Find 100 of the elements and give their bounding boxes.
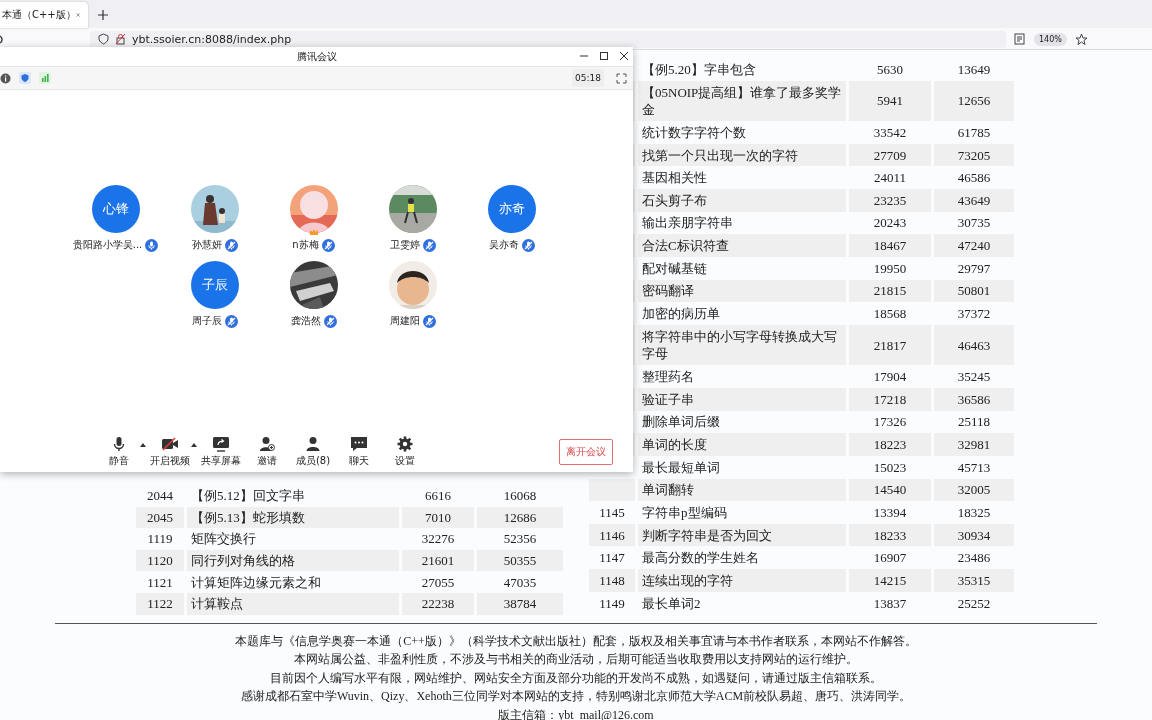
toolbar-button[interactable]: 聊天 xyxy=(336,436,382,468)
shield-icon xyxy=(98,33,109,45)
avatar: 子辰 xyxy=(190,261,239,309)
participant-name: 卫雯婷 xyxy=(389,238,420,252)
table-cell-text: 52356 xyxy=(502,530,538,548)
table-cell-text: 13394 xyxy=(872,504,908,521)
table-cell-text: 36586 xyxy=(956,390,992,408)
caret-icon[interactable] xyxy=(191,443,197,447)
problem-link[interactable]: 矩阵交换行 xyxy=(191,530,395,548)
table-cell-text: 17326 xyxy=(872,413,908,431)
problem-link[interactable]: 加密的病历单 xyxy=(642,305,842,323)
table-cell-text: 61785 xyxy=(956,123,992,141)
table-cell-text: 30934 xyxy=(956,526,992,544)
toolbar-button[interactable]: 共享屏幕 xyxy=(198,436,244,468)
table-cell-text: 29797 xyxy=(956,259,992,277)
problem-link[interactable]: 【例5.12】回文字串 xyxy=(191,487,395,505)
lock-icon xyxy=(115,33,126,45)
table-cell-text: 1148 xyxy=(598,571,626,589)
address-field[interactable]: ybt.ssoier.cn:8088/index.php xyxy=(90,30,1006,48)
table-cell-text: 1146 xyxy=(598,526,626,544)
problem-link[interactable]: 输出亲朋字符串 xyxy=(642,214,842,232)
table-cell-text: 73205 xyxy=(956,146,992,164)
leave-meeting-button[interactable]: 离开会议 xyxy=(559,439,613,465)
browser-tab[interactable]: 本通（C++版） xyxy=(0,2,88,28)
problem-link[interactable]: 计算矩阵边缘元素之和 xyxy=(191,573,395,591)
footer-text: 本网站属公益、非盈利性质，不涉及与书相关的商业活动，后期可能适当收取费用以支持网站的运行维护。 xyxy=(293,651,859,669)
table-cell-text: 18325 xyxy=(956,504,992,521)
footer-text: 目前因个人编写水平有限，网站维护、网站安全方面及部分功能的开发尚不成熟，如遇疑问，请通过版主信箱联系。 xyxy=(269,669,883,687)
new-tab-icon[interactable] xyxy=(98,10,108,20)
table-cell-text: 5630 xyxy=(876,60,904,78)
settings-icon xyxy=(396,436,414,452)
zoom-level-badge[interactable]: 140% xyxy=(1034,32,1067,46)
problem-link[interactable]: 整理药名 xyxy=(642,368,842,386)
table-cell-text: 13649 xyxy=(956,60,992,78)
table-cell-text: 16907 xyxy=(872,549,908,567)
table-cell-text: 23235 xyxy=(872,191,908,209)
meeting-timer: 05:18 xyxy=(572,69,604,87)
table-cell-text: 43649 xyxy=(956,191,992,209)
caret-icon[interactable] xyxy=(140,443,146,447)
shield-icon[interactable] xyxy=(19,72,31,84)
avatar: 心锋 xyxy=(91,185,140,233)
table-cell-text: 6616 xyxy=(424,487,452,505)
table-cell-text: 19950 xyxy=(872,259,908,277)
fullscreen-icon[interactable] xyxy=(616,72,627,84)
table-cell-text: 5941 xyxy=(876,92,904,110)
table-cell-text: 24011 xyxy=(873,169,907,187)
problem-link[interactable]: 最高分数的学生姓名 xyxy=(642,549,842,567)
table-cell-text: 47240 xyxy=(956,237,992,255)
table-cell-text: 18568 xyxy=(872,305,908,323)
table-cell-text: 20243 xyxy=(872,214,908,232)
table-cell-text: 25118 xyxy=(957,413,991,431)
person-icon xyxy=(304,436,322,452)
toolbar-button[interactable]: 开启视频 xyxy=(147,436,193,468)
add-person-icon xyxy=(258,436,276,452)
table-cell-text: 33542 xyxy=(872,123,908,141)
problem-link[interactable]: 配对碱基链 xyxy=(642,259,842,277)
footer-text: 感谢成都石室中学Wuvin、Qizy、Xehoth三位同学对本网站的支持，特别鸣谢北京师范大学ACM前校队易超、唐巧、洪涛同学。 xyxy=(239,688,913,706)
maximize-icon[interactable] xyxy=(599,51,609,61)
table-cell-text: 1120 xyxy=(146,552,174,570)
problem-link[interactable]: 【例5.20】字串包含 xyxy=(642,60,842,78)
toolbar-button[interactable]: 邀请 xyxy=(244,436,290,468)
participant-name: 龚浩然 xyxy=(290,314,321,328)
toolbar-button[interactable]: 成员(8) xyxy=(290,436,336,468)
problem-link[interactable]: 删除单词后缀 xyxy=(642,413,842,431)
problem-link[interactable]: 最长最短单词 xyxy=(642,458,842,476)
table-cell-text: 50355 xyxy=(502,552,538,570)
table-cell-text: 1145 xyxy=(598,504,626,521)
table-cell-text: 2044 xyxy=(146,487,174,505)
table-cell-text: 18223 xyxy=(872,436,908,454)
participant-name: 贵阳路小学吴... xyxy=(72,238,143,252)
problem-link[interactable]: 统计数字字符个数 xyxy=(642,123,842,141)
info-icon[interactable] xyxy=(0,72,11,84)
problem-link[interactable]: 基因相关性 xyxy=(642,169,842,187)
participant-name: 周子辰 xyxy=(191,314,222,328)
participant-name: 吴亦奇 xyxy=(488,238,519,252)
problem-link[interactable]: 字符串p型编码 xyxy=(642,504,842,521)
table-cell-text: 46586 xyxy=(956,169,992,187)
table-cell-text: 23486 xyxy=(956,549,992,567)
table-cell-text: 18233 xyxy=(872,526,908,544)
table-cell-text: 1147 xyxy=(598,549,626,567)
table-cell-text: 12656 xyxy=(956,92,992,110)
participant-name: n苏梅 xyxy=(292,238,319,252)
participant-name: 周建阳 xyxy=(389,314,420,328)
toolbar-button[interactable]: 设置 xyxy=(382,436,428,468)
table-cell-text: 38784 xyxy=(502,595,538,613)
close-icon[interactable] xyxy=(619,51,629,61)
table-cell-text: 14540 xyxy=(872,481,908,499)
video-off-icon xyxy=(161,436,179,452)
reload-icon[interactable] xyxy=(0,34,6,44)
table-cell-text: 25252 xyxy=(956,594,992,612)
table-cell-text: 18467 xyxy=(872,237,908,255)
table-cell-text: 7010 xyxy=(424,508,452,526)
table-cell-text: 45713 xyxy=(956,458,992,476)
reader-icon[interactable] xyxy=(1014,33,1025,45)
toolbar-button[interactable]: 静音 xyxy=(96,436,142,468)
problem-link[interactable]: 最长单词2 xyxy=(642,594,842,612)
table-cell-text: 12686 xyxy=(502,508,538,526)
star-icon[interactable] xyxy=(1074,32,1088,46)
table-cell-text: 21817 xyxy=(872,336,908,354)
table-cell-text: 32276 xyxy=(420,530,456,548)
